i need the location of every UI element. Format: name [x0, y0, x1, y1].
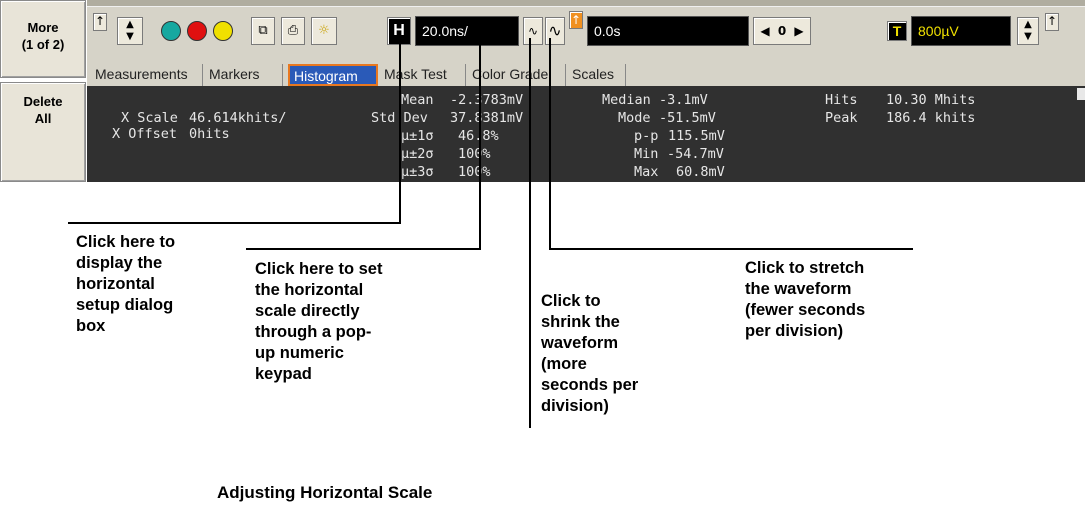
stat-label: Peak: [825, 110, 858, 126]
nav-right-icon[interactable]: ▶: [794, 24, 803, 38]
callout-line: [246, 248, 481, 250]
more-button-label: More (1 of 2): [21, 20, 65, 52]
channel-yellow-icon[interactable]: [213, 21, 233, 41]
x-offset-value: 0hits: [189, 126, 230, 142]
trigger-up-arrow-icon[interactable]: ↑: [1045, 13, 1059, 31]
stat-label: Min: [634, 146, 659, 162]
delete-all-label: Delete All: [23, 94, 63, 126]
brightness-icon[interactable]: ☼: [311, 17, 337, 45]
tab-measurements[interactable]: Measurements: [91, 64, 203, 86]
trigger-setup-button[interactable]: T: [887, 21, 907, 41]
stretch-waveform-button[interactable]: ∿: [545, 17, 565, 45]
stat-value: 186.4 khits: [886, 110, 976, 126]
stat-value: 37.8381mV: [450, 110, 524, 126]
x-scale-label: X Scale: [121, 110, 178, 126]
channel-teal-icon[interactable]: [161, 21, 181, 41]
figure-caption: Adjusting Horizontal Scale: [217, 483, 433, 502]
delete-all-button[interactable]: Delete All: [0, 82, 86, 182]
stat-value: 10.30 Mhits: [886, 92, 976, 108]
tab-mask-test[interactable]: Mask Test: [380, 64, 466, 86]
x-scale-value: 46.614khits/: [189, 110, 287, 126]
stat-label: Mode: [618, 110, 651, 126]
trigger-level-stepper[interactable]: ▲ ▼: [1017, 17, 1039, 45]
stat-value: -51.5mV: [659, 110, 716, 126]
stat-value: -54.7mV: [667, 146, 724, 162]
stat-label: µ±3σ: [401, 164, 434, 180]
stat-label: Mean: [401, 92, 434, 108]
stat-value: 100%: [458, 146, 491, 162]
stat-label: p-p: [634, 128, 659, 144]
horizontal-scale-field[interactable]: 20.0ns/: [415, 16, 519, 46]
stat-label: Max: [634, 164, 659, 180]
tab-scales[interactable]: Scales: [568, 64, 626, 86]
nav-value: 0: [777, 24, 787, 38]
shrink-waveform-button[interactable]: ∿: [523, 17, 543, 45]
callout-line: [549, 38, 551, 250]
more-button[interactable]: More (1 of 2): [0, 0, 86, 78]
stat-value: 100%: [458, 164, 491, 180]
histogram-panel: X Scale 46.614khits/ X Offset 0hits Mean…: [87, 86, 1085, 182]
stat-label: µ±2σ: [401, 146, 434, 162]
panel-scroll-handle[interactable]: [1077, 88, 1085, 100]
tab-histogram[interactable]: Histogram: [288, 64, 378, 86]
print-icon[interactable]: ⎙: [281, 17, 305, 45]
tab-color-grade[interactable]: Color Grade: [468, 64, 566, 86]
stat-label: Hits: [825, 92, 858, 108]
callout-stretch: Click to stretch the waveform (fewer sec…: [745, 259, 866, 340]
delay-reference-icon[interactable]: ↑: [569, 11, 583, 29]
callout-setup-dialog: Click here to display the horizontal set…: [76, 233, 176, 335]
measurement-tabs: Measurements Markers Histogram Mask Test…: [87, 64, 1085, 86]
tab-markers[interactable]: Markers: [205, 64, 283, 86]
stat-value: 115.5mV: [668, 128, 725, 144]
callout-line: [68, 222, 401, 224]
callout-keypad: Click here to set the horizontal scale d…: [255, 260, 383, 383]
stat-label: Median: [602, 92, 651, 108]
trigger-level-field[interactable]: 800µV: [911, 16, 1011, 46]
callout-line: [549, 248, 913, 250]
stat-value: -3.1mV: [659, 92, 708, 108]
horizontal-delay-field[interactable]: 0.0s: [587, 16, 749, 46]
x-offset-label: X Offset: [112, 126, 178, 142]
callout-line: [479, 38, 481, 250]
up-arrow-icon[interactable]: ↑: [93, 13, 107, 31]
vertical-stepper[interactable]: ▲ ▼: [117, 17, 143, 45]
horizontal-toolbar: ↑ ▲ ▼ ⧉ ⎙ ☼ H 20.0ns/ ∿ ∿ ↑ 0.0s ◀ 0 ▶ T …: [87, 6, 1085, 64]
nav-left-icon[interactable]: ◀: [760, 24, 769, 38]
stat-value: -2.3783mV: [450, 92, 524, 108]
stat-label: µ±1σ: [401, 128, 434, 144]
delay-navigator[interactable]: ◀ 0 ▶: [753, 17, 811, 45]
callout-line: [529, 38, 531, 428]
callout-shrink: Click to shrink the waveform (more secon…: [541, 292, 639, 415]
stat-value: 60.8mV: [676, 164, 725, 180]
callout-line: [399, 38, 401, 224]
autoscale-icon[interactable]: ⧉: [251, 17, 275, 45]
channel-red-icon[interactable]: [187, 21, 207, 41]
